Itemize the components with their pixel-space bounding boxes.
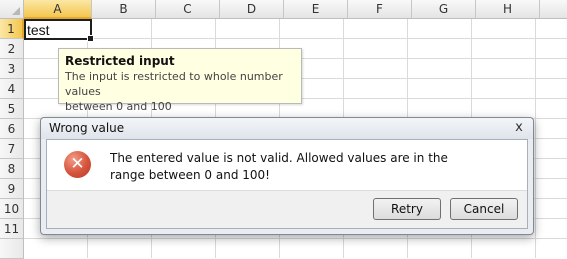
row-header-6[interactable]: 6 [0,119,24,139]
tooltip-line-1: The input is restricted to whole number … [65,70,283,98]
dialog-message: The entered value is not valid. Allowed … [110,151,448,182]
row-header-1[interactable]: 1 [0,19,24,39]
tooltip-title: Restricted input [65,54,175,68]
cell-a1-value: test [27,22,50,38]
dialog-title: Wrong value [49,121,125,135]
row-header-11[interactable]: 11 [0,219,24,239]
row-header-4[interactable]: 4 [0,79,24,99]
row-header-12[interactable] [0,239,24,259]
row-header-10[interactable]: 10 [0,199,24,219]
column-header-e[interactable]: E [284,0,348,19]
column-header-i[interactable] [540,0,567,19]
tooltip-line-2: between 0 and 100 [65,100,172,113]
column-header-a[interactable]: A [24,0,92,19]
column-header-d[interactable]: D [220,0,284,19]
error-icon: ✕ [64,151,91,178]
dialog-titlebar[interactable]: Wrong value x [41,118,533,139]
row-header-8[interactable]: 8 [0,159,24,179]
dialog-body: ✕ The entered value is not valid. Allowe… [46,139,528,229]
row-header-9[interactable]: 9 [0,179,24,199]
row-header-3[interactable]: 3 [0,59,24,79]
row-header-5[interactable]: 5 [0,99,24,119]
row-header-2[interactable]: 2 [0,39,24,59]
retry-button[interactable]: Retry [373,198,441,220]
column-header-h[interactable]: H [476,0,540,19]
input-message-tooltip: Restricted input The input is restricted… [58,48,302,113]
cancel-button[interactable]: Cancel [450,198,518,220]
dialog-message-area: ✕ The entered value is not valid. Allowe… [47,140,527,189]
error-dialog: Wrong value x ✕ The entered value is not… [40,117,534,235]
column-header-g[interactable]: G [412,0,476,19]
row-header-7[interactable]: 7 [0,139,24,159]
column-header-f[interactable]: F [348,0,412,19]
dialog-button-bar: Retry Cancel [47,190,527,228]
close-icon[interactable]: x [511,120,527,136]
select-all-corner[interactable] [0,0,24,19]
fill-handle[interactable] [87,35,94,42]
column-header-b[interactable]: B [92,0,156,19]
column-header-c[interactable]: C [156,0,220,19]
